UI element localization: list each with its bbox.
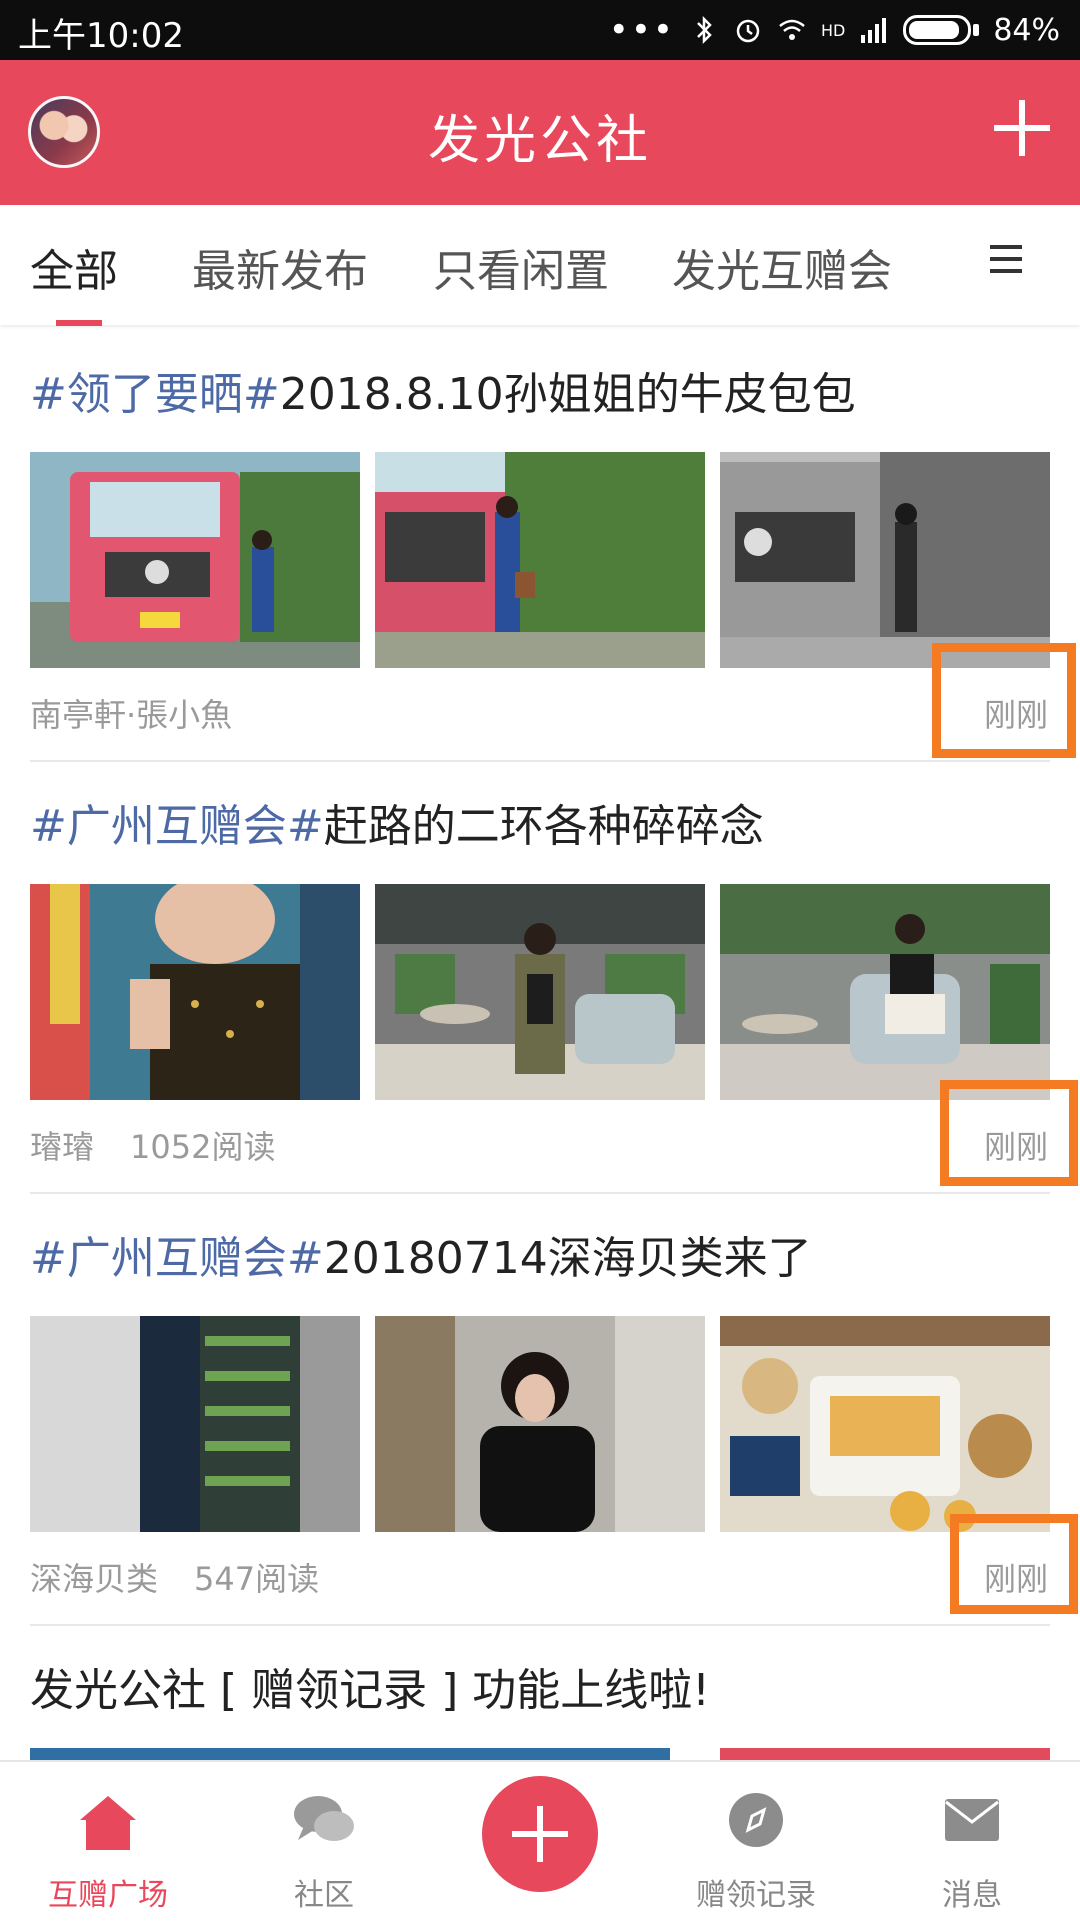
highlight-box [940, 1080, 1078, 1186]
post-author[interactable]: 璿璿 [30, 1128, 94, 1166]
nav-item-gift-records[interactable]: 赠领记录 [666, 1762, 846, 1922]
status-icons: ••• HD 84% [609, 8, 1060, 52]
post-read-count: 1052阅读 [130, 1128, 276, 1166]
post-title-text: 2018.8.10孙姐姐的牛皮包包 [279, 369, 856, 420]
post-images [30, 1748, 1050, 1760]
wifi-icon [779, 19, 805, 40]
post-image[interactable] [720, 452, 1050, 668]
mail-icon [945, 1799, 999, 1841]
highlight-box [950, 1514, 1078, 1614]
post-author[interactable]: 深海贝类 [30, 1560, 158, 1598]
post-image[interactable] [375, 1316, 705, 1532]
post-title: 发光公社 [ 赠领记录 ] 功能上线啦! [30, 1654, 710, 1718]
page-title: 发光公社 [427, 111, 652, 171]
nav-label: 消息 [942, 1878, 1002, 1913]
post-title: #广州互赠会#20180714深海贝类来了 [30, 1222, 812, 1286]
home-icon [80, 1796, 136, 1850]
bottom-nav: 互赠广场 社区 赠领记录 消息 [0, 1760, 1080, 1922]
post-title-text: 20180714深海贝类来了 [323, 1233, 812, 1284]
tab-idle-only[interactable]: 只看闲置 [433, 235, 609, 299]
post-image[interactable] [30, 1316, 360, 1532]
post-image[interactable] [720, 1316, 1050, 1532]
bluetooth-icon [697, 15, 712, 45]
chat-bubble-icon [294, 1796, 354, 1841]
post-images [30, 452, 1050, 668]
nav-item-community[interactable]: 社区 [234, 1762, 414, 1922]
tab-indicator [56, 320, 102, 326]
add-button[interactable] [992, 98, 1052, 158]
status-time: 上午10:02 [18, 16, 184, 56]
post-meta: 深海贝类 547阅读 [30, 1554, 319, 1600]
post-author[interactable]: 南亭軒·張小魚 [30, 696, 232, 734]
nav-label: 互赠广场 [48, 1878, 168, 1913]
nav-item-gift-square[interactable]: 互赠广场 [18, 1762, 198, 1922]
post-meta: 璿璿 1052阅读 [30, 1122, 275, 1168]
post-title-text: 发光公社 [ 赠领记录 ] 功能上线啦! [30, 1665, 710, 1716]
post-image[interactable] [30, 452, 360, 668]
post-title: #领了要晒#2018.8.10孙姐姐的牛皮包包 [30, 358, 856, 422]
signal-hd-label: HD [820, 20, 846, 40]
highlight-box [932, 643, 1076, 758]
app-header: 发光公社 [0, 60, 1080, 205]
post-image[interactable] [375, 452, 705, 668]
post-title-text: 赶路的二环各种碎碎念 [323, 801, 764, 852]
menu-icon[interactable] [990, 245, 1022, 275]
post-image[interactable] [375, 884, 705, 1100]
post-image[interactable] [720, 884, 1050, 1100]
alarm-icon [736, 19, 760, 43]
feed-post[interactable]: #领了要晒#2018.8.10孙姐姐的牛皮包包 南亭軒·張小魚 刚刚 [0, 328, 1080, 762]
post-images [30, 1316, 1050, 1532]
post-image[interactable] [30, 1748, 670, 1760]
post-tag[interactable]: #广州互赠会# [30, 801, 324, 852]
tab-all[interactable]: 全部 [30, 235, 118, 299]
post-read-count: 547阅读 [194, 1560, 320, 1598]
post-images [30, 884, 1050, 1100]
battery-percent: 84% [993, 12, 1060, 48]
nav-label: 社区 [294, 1878, 354, 1913]
status-bar: 上午10:02 ••• HD 84% [0, 0, 1080, 60]
cell-signal-icon [861, 18, 887, 43]
compass-icon [729, 1793, 783, 1847]
feed-post[interactable]: #广州互赠会#20180714深海贝类来了 深海贝类 547阅读 刚刚 [0, 1192, 1080, 1626]
more-dots-icon: ••• [608, 10, 675, 50]
post-image[interactable] [30, 884, 360, 1100]
nav-item-messages[interactable]: 消息 [882, 1762, 1062, 1922]
post-tag[interactable]: #领了要晒# [30, 369, 280, 420]
tab-gift-meetup[interactable]: 发光互赠会 [672, 235, 892, 299]
battery-icon [903, 15, 972, 45]
post-title: #广州互赠会#赶路的二环各种碎碎念 [30, 790, 764, 854]
category-tabs: 全部 最新发布 只看闲置 发光互赠会 [0, 205, 1080, 326]
publish-button[interactable] [482, 1776, 598, 1892]
post-tag[interactable]: #广州互赠会# [30, 1233, 324, 1284]
feed-post[interactable]: #广州互赠会#赶路的二环各种碎碎念 璿璿 1052阅读 刚刚 [0, 760, 1080, 1194]
nav-label: 赠领记录 [696, 1878, 816, 1913]
feed-list: #领了要晒#2018.8.10孙姐姐的牛皮包包 南亭軒·張小魚 刚刚 #广州互赠… [0, 328, 1080, 1760]
post-meta: 南亭軒·張小魚 [30, 690, 232, 736]
post-image[interactable] [720, 1748, 1050, 1760]
tab-latest[interactable]: 最新发布 [192, 235, 368, 299]
feed-post[interactable]: 发光公社 [ 赠领记录 ] 功能上线啦! [0, 1624, 1080, 1760]
